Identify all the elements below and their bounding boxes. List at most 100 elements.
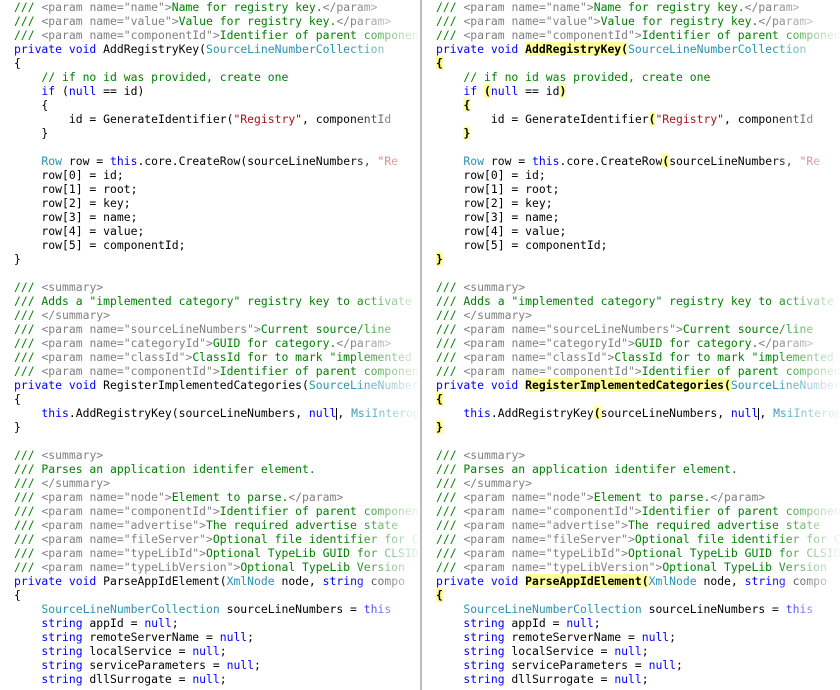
code-line[interactable]: /// <param name="node">Element to parse.… (14, 490, 420, 504)
code-line[interactable]: private void AddRegistryKey(SourceLineNu… (14, 42, 420, 56)
code-line[interactable]: /// </summary> (436, 308, 840, 322)
code-line[interactable]: /// <param name="value">Value for regist… (436, 14, 840, 28)
code-line[interactable]: string dllSurrogate = null; (436, 672, 840, 686)
code-line[interactable]: Row row = this.core.CreateRow(sourceLine… (436, 154, 840, 168)
code-line[interactable]: row[5] = componentId; (436, 238, 840, 252)
code-line[interactable]: this.AddRegistryKey(sourceLineNumbers, n… (14, 406, 420, 420)
code-line[interactable]: string appId = null; (14, 616, 420, 630)
left-code-pane[interactable]: /// <param name="name">Name for registry… (0, 0, 420, 690)
code-line[interactable]: id = GenerateIdentifier("Registry", comp… (436, 112, 840, 126)
code-line[interactable]: private void ParseAppIdElement(XmlNode n… (14, 574, 420, 588)
code-line[interactable]: /// <param name="categoryId">GUID for ca… (436, 336, 840, 350)
code-line[interactable]: /// <param name="componentId">Identifier… (436, 504, 840, 518)
code-line[interactable]: SourceLineNumberCollection sourceLineNum… (14, 602, 420, 616)
code-line[interactable]: private void ParseAppIdElement(XmlNode n… (436, 574, 840, 588)
code-line[interactable]: string serviceParameters = null; (14, 658, 420, 672)
code-line[interactable]: /// <param name="typeLibVersion">Optiona… (14, 560, 420, 574)
code-line[interactable]: row[1] = root; (436, 182, 840, 196)
code-line[interactable]: row[0] = id; (14, 168, 420, 182)
code-line[interactable]: /// </summary> (436, 476, 840, 490)
code-line[interactable]: /// <param name="name">Name for registry… (14, 0, 420, 14)
code-line[interactable]: /// Parses an application identifer elem… (14, 462, 420, 476)
code-line[interactable]: Row row = this.core.CreateRow(sourceLine… (14, 154, 420, 168)
code-line[interactable]: private void RegisterImplementedCategori… (14, 378, 420, 392)
code-line[interactable]: string localService = null; (14, 644, 420, 658)
code-line[interactable]: if (null == id) (14, 84, 420, 98)
code-line[interactable]: { (436, 588, 840, 602)
code-line[interactable]: /// <param name="categoryId">GUID for ca… (14, 336, 420, 350)
code-line[interactable]: { (436, 98, 840, 112)
code-line[interactable]: /// <param name="name">Name for registry… (436, 0, 840, 14)
code-line[interactable] (436, 266, 840, 280)
code-line[interactable]: /// <summary> (436, 280, 840, 294)
code-line[interactable]: /// </summary> (14, 308, 420, 322)
code-line[interactable]: } (14, 420, 420, 434)
code-line[interactable]: row[4] = value; (14, 224, 420, 238)
code-line[interactable]: } (436, 126, 840, 140)
code-line[interactable]: /// Parses an application identifer elem… (436, 462, 840, 476)
code-line[interactable]: row[3] = name; (436, 210, 840, 224)
code-line[interactable]: private void AddRegistryKey(SourceLineNu… (436, 42, 840, 56)
code-line[interactable]: string remoteServerName = null; (436, 630, 840, 644)
code-line[interactable]: string dllSurrogate = null; (14, 672, 420, 686)
code-line[interactable] (436, 434, 840, 448)
code-line[interactable]: /// <summary> (14, 448, 420, 462)
code-line[interactable]: /// <param name="componentId">Identifier… (14, 28, 420, 42)
code-line[interactable]: row[2] = key; (14, 196, 420, 210)
code-line[interactable]: /// <param name="componentId">Identifier… (14, 364, 420, 378)
code-line[interactable]: // if no id was provided, create one (14, 70, 420, 84)
code-line[interactable] (14, 140, 420, 154)
code-line[interactable] (14, 266, 420, 280)
code-line[interactable]: /// <param name="fileServer">Optional fi… (436, 532, 840, 546)
code-line[interactable]: private void RegisterImplementedCategori… (436, 378, 840, 392)
code-line[interactable]: /// Adds a "implemented category" regist… (14, 294, 420, 308)
code-line[interactable]: } (436, 252, 840, 266)
code-line[interactable] (14, 434, 420, 448)
code-line[interactable]: row[3] = name; (14, 210, 420, 224)
code-line[interactable]: /// <summary> (14, 280, 420, 294)
code-line[interactable]: /// <param name="node">Element to parse.… (436, 490, 840, 504)
code-line[interactable]: } (436, 420, 840, 434)
code-line[interactable]: row[1] = root; (14, 182, 420, 196)
code-line[interactable]: /// Adds a "implemented category" regist… (436, 294, 840, 308)
code-line[interactable]: /// <param name="componentId">Identifier… (14, 504, 420, 518)
code-line[interactable]: row[4] = value; (436, 224, 840, 238)
code-line[interactable]: string localService = null; (436, 644, 840, 658)
code-line[interactable]: { (14, 98, 420, 112)
code-line[interactable]: /// <summary> (436, 448, 840, 462)
code-line[interactable]: SourceLineNumberCollection sourceLineNum… (436, 602, 840, 616)
code-line[interactable]: /// <param name="classId">ClassId for to… (14, 350, 420, 364)
code-line[interactable]: /// </summary> (14, 476, 420, 490)
right-code-pane[interactable]: /// <param name="name">Name for registry… (422, 0, 840, 690)
code-line[interactable]: // if no id was provided, create one (436, 70, 840, 84)
code-line[interactable]: { (14, 56, 420, 70)
code-line[interactable]: /// <param name="typeLibVersion">Optiona… (436, 560, 840, 574)
code-line[interactable]: { (436, 56, 840, 70)
code-line[interactable]: string serviceParameters = null; (436, 658, 840, 672)
code-line[interactable]: } (14, 126, 420, 140)
code-line[interactable]: /// <param name="value">Value for regist… (14, 14, 420, 28)
code-line[interactable]: /// <param name="classId">ClassId for to… (436, 350, 840, 364)
code-line[interactable]: /// <param name="typeLibId">Optional Typ… (436, 546, 840, 560)
code-line[interactable]: id = GenerateIdentifier("Registry", comp… (14, 112, 420, 126)
code-line[interactable]: row[0] = id; (436, 168, 840, 182)
code-line[interactable]: row[2] = key; (436, 196, 840, 210)
code-line[interactable]: { (436, 392, 840, 406)
code-line[interactable] (436, 140, 840, 154)
code-line[interactable]: /// <param name="sourceLineNumbers">Curr… (436, 322, 840, 336)
code-line[interactable]: { (14, 392, 420, 406)
code-line[interactable]: /// <param name="fileServer">Optional fi… (14, 532, 420, 546)
code-line[interactable]: { (14, 588, 420, 602)
code-line[interactable]: string remoteServerName = null; (14, 630, 420, 644)
code-line[interactable]: string appId = null; (436, 616, 840, 630)
code-line[interactable]: } (14, 252, 420, 266)
code-line[interactable]: if (null == id) (436, 84, 840, 98)
code-line[interactable]: /// <param name="componentId">Identifier… (436, 364, 840, 378)
code-line[interactable]: /// <param name="advertise">The required… (14, 518, 420, 532)
code-line[interactable]: this.AddRegistryKey(sourceLineNumbers, n… (436, 406, 840, 420)
code-line[interactable]: /// <param name="advertise">The required… (436, 518, 840, 532)
code-line[interactable]: row[5] = componentId; (14, 238, 420, 252)
code-line[interactable]: /// <param name="sourceLineNumbers">Curr… (14, 322, 420, 336)
code-line[interactable]: /// <param name="typeLibId">Optional Typ… (14, 546, 420, 560)
code-line[interactable]: /// <param name="componentId">Identifier… (436, 28, 840, 42)
